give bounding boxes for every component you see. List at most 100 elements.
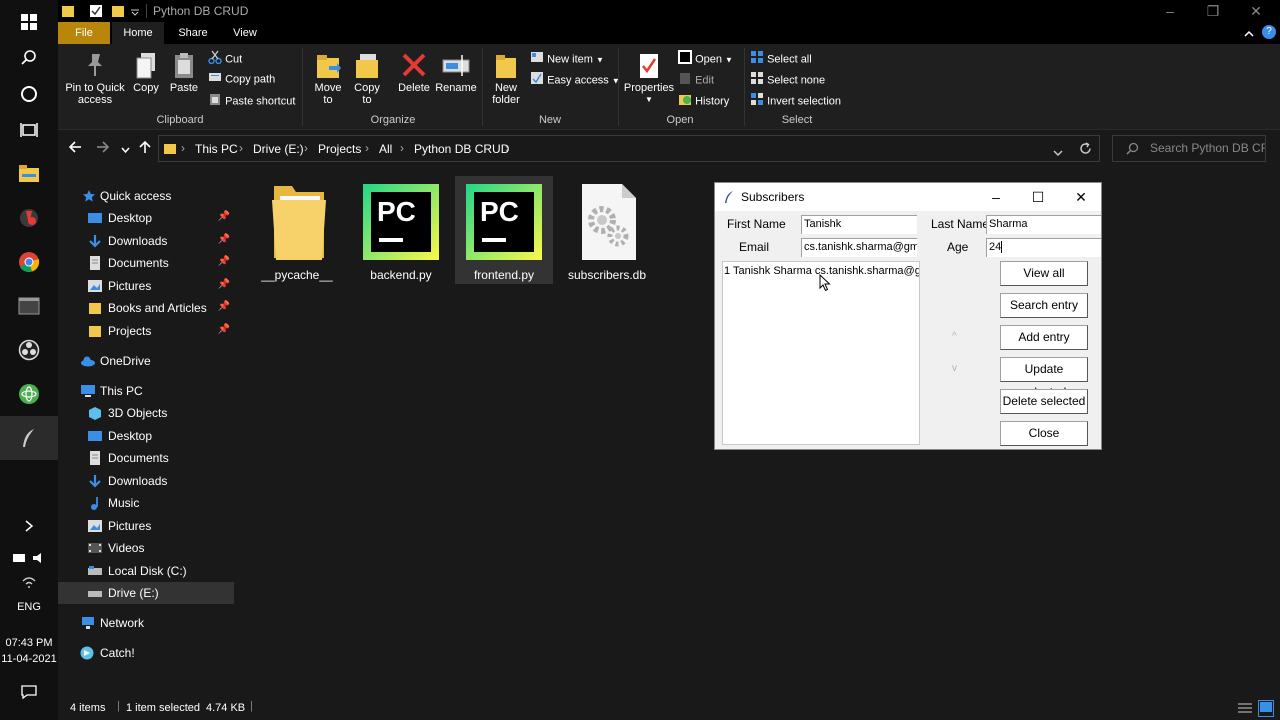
quick-access-dropdown-icon[interactable] <box>130 6 142 20</box>
properties-check-icon[interactable] <box>90 4 102 18</box>
recent-locations-chevron-icon[interactable] <box>121 143 130 157</box>
copy-button[interactable]: Copy <box>128 52 164 94</box>
nav-network[interactable]: Network <box>58 612 234 634</box>
nav-desktop[interactable]: Desktop <box>58 425 234 447</box>
nav-music[interactable]: Music <box>58 492 234 514</box>
close-app-button[interactable]: Close <box>1000 421 1088 446</box>
move-to-button[interactable]: Move to <box>308 52 348 106</box>
chevron-right-icon[interactable] <box>0 514 58 538</box>
breadcrumb-projects[interactable]: Projects <box>318 142 361 156</box>
file-item-subscribers-db[interactable]: subscribers.db <box>558 176 656 284</box>
tk-maximize-button[interactable]: ☐ <box>1023 187 1053 207</box>
paste-button[interactable]: Paste <box>166 52 202 94</box>
update-selected-button[interactable]: Update selected <box>1000 357 1088 399</box>
chrome-icon[interactable] <box>0 240 58 284</box>
nav-quick-projects[interactable]: Projects 📌 <box>58 320 234 342</box>
clock-date[interactable]: 11-04-2021 <box>0 653 58 665</box>
nav-quick-documents[interactable]: Documents 📌 <box>58 252 234 274</box>
edit-button[interactable]: Edit <box>678 71 714 87</box>
new-folder-button[interactable]: New folder <box>486 52 526 106</box>
age-input[interactable]: 24 <box>986 238 1101 257</box>
rename-button[interactable]: Rename <box>434 52 478 94</box>
language-indicator[interactable]: ENG <box>0 601 58 613</box>
scroll-down-arrow-icon[interactable]: v <box>952 363 957 374</box>
file-item-frontend-py[interactable]: PC frontend.py <box>455 176 553 284</box>
task-view-icon[interactable] <box>0 108 58 152</box>
refresh-icon[interactable] <box>1079 142 1092 158</box>
nav-local-disk-c[interactable]: Local Disk (C:) <box>58 560 234 582</box>
close-button[interactable]: ✕ <box>1236 2 1276 20</box>
address-bar[interactable]: › This PC › Drive (E:) › Projects › All … <box>158 135 1100 162</box>
paint-icon[interactable] <box>0 196 58 240</box>
nav-quick-pictures[interactable]: Pictures 📌 <box>58 275 234 297</box>
tab-file[interactable]: File <box>58 22 110 44</box>
breadcrumb-python-db-crud[interactable]: Python DB CRUD <box>414 142 509 156</box>
nav-pictures[interactable]: Pictures <box>58 515 234 537</box>
add-entry-button[interactable]: Add entry <box>1000 325 1088 350</box>
tray-network-volume-icon[interactable] <box>0 548 58 568</box>
feather-icon[interactable] <box>0 416 58 460</box>
tab-share[interactable]: Share <box>168 22 218 44</box>
copy-to-button[interactable]: Copy to <box>348 52 386 106</box>
select-none-button[interactable]: Select none <box>750 71 825 87</box>
scroll-up-arrow-icon[interactable]: ^ <box>952 331 957 342</box>
select-all-button[interactable]: Select all <box>750 50 812 66</box>
invert-selection-button[interactable]: Invert selection <box>750 92 841 108</box>
nav-documents[interactable]: Documents <box>58 447 234 469</box>
file-item-backend-py[interactable]: PC backend.py <box>352 176 450 284</box>
nav-quick-desktop[interactable]: Desktop 📌 <box>58 207 234 229</box>
nav-drive-e[interactable]: Drive (E:) <box>58 582 234 604</box>
delete-selected-button[interactable]: Delete selected <box>1000 389 1088 414</box>
obs-icon[interactable] <box>0 328 58 372</box>
large-icons-view-icon[interactable] <box>1258 700 1274 717</box>
breadcrumb-drive-e[interactable]: Drive (E:) <box>253 142 304 156</box>
first-name-input[interactable]: Tanishk <box>801 215 917 234</box>
search-entry-button[interactable]: Search entry <box>1000 293 1088 318</box>
forward-arrow-icon[interactable] <box>96 140 110 157</box>
wifi-icon[interactable] <box>0 572 58 592</box>
open-button[interactable]: Open ▼ <box>678 50 733 66</box>
nav-this-pc[interactable]: This PC <box>58 380 234 402</box>
tk-minimize-button[interactable]: – <box>981 187 1011 207</box>
clock-time[interactable]: 07:43 PM <box>0 637 58 649</box>
delete-button[interactable]: Delete <box>394 52 434 94</box>
paste-shortcut-button[interactable]: Paste shortcut <box>208 92 295 108</box>
properties-button[interactable]: Properties ▼ <box>622 52 676 106</box>
nav-onedrive[interactable]: OneDrive <box>58 350 234 372</box>
breadcrumb-all[interactable]: All <box>379 142 392 156</box>
collapse-ribbon-icon[interactable] <box>1244 27 1254 41</box>
search-input[interactable]: Search Python DB CR... <box>1112 135 1266 162</box>
nav-quick-access[interactable]: Quick access <box>58 185 234 207</box>
notification-icon[interactable] <box>0 678 58 706</box>
new-folder-icon[interactable] <box>112 4 124 18</box>
history-button[interactable]: History <box>678 92 729 108</box>
tab-home[interactable]: Home <box>112 22 164 44</box>
pin-to-quick-access-button[interactable]: Pin to Quick access <box>62 52 128 106</box>
easy-access-button[interactable]: Easy access ▼ <box>530 71 620 87</box>
address-dropdown-icon[interactable] <box>1053 146 1063 160</box>
back-arrow-icon[interactable] <box>68 140 82 157</box>
nav-downloads[interactable]: Downloads <box>58 470 234 492</box>
details-view-icon[interactable] <box>1238 702 1252 717</box>
nav-quick-books-and-articles[interactable]: Books and Articles 📌 <box>58 297 234 319</box>
copy-path-button[interactable]: Copy path <box>208 71 275 87</box>
help-icon[interactable]: ? <box>1262 25 1276 39</box>
last-name-input[interactable]: Sharma <box>986 215 1101 234</box>
view-all-button[interactable]: View all <box>1000 261 1088 286</box>
tk-close-button[interactable]: ✕ <box>1066 187 1096 207</box>
cut-button[interactable]: Cut <box>208 50 242 66</box>
breadcrumb-this-pc[interactable]: This PC <box>195 142 238 156</box>
nav-videos[interactable]: Videos <box>58 537 234 559</box>
up-arrow-icon[interactable] <box>138 140 152 157</box>
terminal-icon[interactable] <box>0 284 58 328</box>
nav-catch[interactable]: Catch! <box>58 642 234 664</box>
restore-button[interactable]: ❐ <box>1193 2 1233 20</box>
nav-quick-downloads[interactable]: Downloads 📌 <box>58 230 234 252</box>
new-item-button[interactable]: New item ▼ <box>530 50 604 66</box>
file-item-pycache[interactable]: __pycache__ <box>248 176 346 284</box>
nav-3d-objects[interactable]: 3D Objects <box>58 402 234 424</box>
atom-icon[interactable] <box>0 372 58 416</box>
tab-view[interactable]: View <box>222 22 268 44</box>
file-explorer-icon[interactable] <box>0 152 58 196</box>
email-input[interactable]: cs.tanishk.sharma@gm <box>801 238 917 257</box>
